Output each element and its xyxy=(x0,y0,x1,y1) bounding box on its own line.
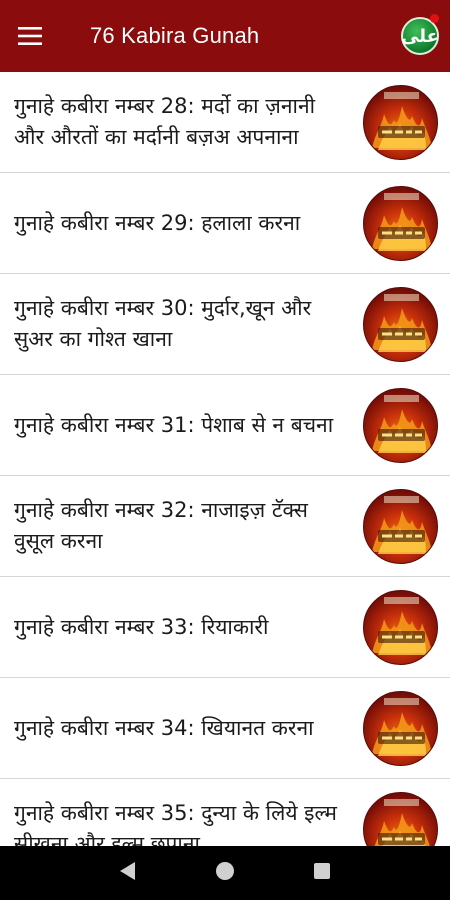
list-item-title: गुनाहे कबीरा नम्बर 32: नाजाइज़ टॅक्स वुस… xyxy=(14,498,308,553)
list-item[interactable]: गुनाहे कबीरा नम्बर 30: मुर्दार,खून और सु… xyxy=(0,274,450,375)
fire-thumbnail-icon xyxy=(363,388,438,463)
list-item-title: गुनाहे कबीरा नम्बर 34: खियानत करना xyxy=(14,715,314,740)
list-item-title: गुनाहे कबीरा नम्बर 30: मुर्दार,खून और सु… xyxy=(14,296,312,351)
list-item-title: गुनाहे कबीरा नम्बर 33: रियाकारी xyxy=(14,614,269,639)
nav-recents-button[interactable] xyxy=(302,853,342,893)
list-item-title: गुनाहे कबीरा नम्बर 28: मर्दो का ज़नानी औ… xyxy=(14,94,316,149)
list-item[interactable]: गुनाहे कबीरा नम्बर 31: पेशाब से न बचना xyxy=(0,375,450,476)
list-item-title: गुनाहे कबीरा नम्बर 29: हलाला करना xyxy=(14,210,301,235)
recents-square-icon xyxy=(313,862,331,884)
home-circle-icon xyxy=(215,861,235,885)
list-item-title: गुनाहे कबीरा नम्बर 31: पेशाब से न बचना xyxy=(14,412,334,437)
ali-logo-button[interactable]: علی xyxy=(390,0,450,72)
list-item[interactable]: गुनाहे कबीरा नम्बर 34: खियानत करना xyxy=(0,678,450,779)
list-item[interactable]: गुनाहे कबीरा नम्बर 29: हलाला करना xyxy=(0,173,450,274)
app-bar: 76 Kabira Gunah علی xyxy=(0,0,450,72)
gunah-list: गुनाहे कबीरा नम्बर 28: मर्दो का ज़नानी औ… xyxy=(0,72,450,846)
menu-button[interactable] xyxy=(0,0,60,72)
list-item[interactable]: गुनाहे कबीरा नम्बर 28: मर्दो का ज़नानी औ… xyxy=(0,72,450,173)
fire-thumbnail-icon xyxy=(363,792,438,846)
notification-dot xyxy=(430,14,439,23)
fire-thumbnail-icon xyxy=(363,186,438,261)
list-item[interactable]: गुनाहे कबीरा नम्बर 32: नाजाइज़ टॅक्स वुस… xyxy=(0,476,450,577)
list-item[interactable]: गुनाहे कबीरा नम्बर 35: दुन्या के लिये इल… xyxy=(0,779,450,846)
system-navigation-bar xyxy=(0,846,450,900)
nav-back-button[interactable] xyxy=(108,853,148,893)
fire-thumbnail-icon xyxy=(363,489,438,564)
back-triangle-icon xyxy=(119,861,137,885)
fire-thumbnail-icon xyxy=(363,287,438,362)
fire-thumbnail-icon xyxy=(363,85,438,160)
nav-home-button[interactable] xyxy=(205,853,245,893)
fire-thumbnail-icon xyxy=(363,590,438,665)
app-title: 76 Kabira Gunah xyxy=(90,23,260,48)
fire-thumbnail-icon xyxy=(363,691,438,766)
hamburger-menu-icon xyxy=(18,27,42,45)
ali-logo-text: علی xyxy=(401,25,439,47)
list-item[interactable]: गुनाहे कबीरा नम्बर 33: रियाकारी xyxy=(0,577,450,678)
list-item-title: गुनाहे कबीरा नम्बर 35: दुन्या के लिये इल… xyxy=(14,801,337,846)
